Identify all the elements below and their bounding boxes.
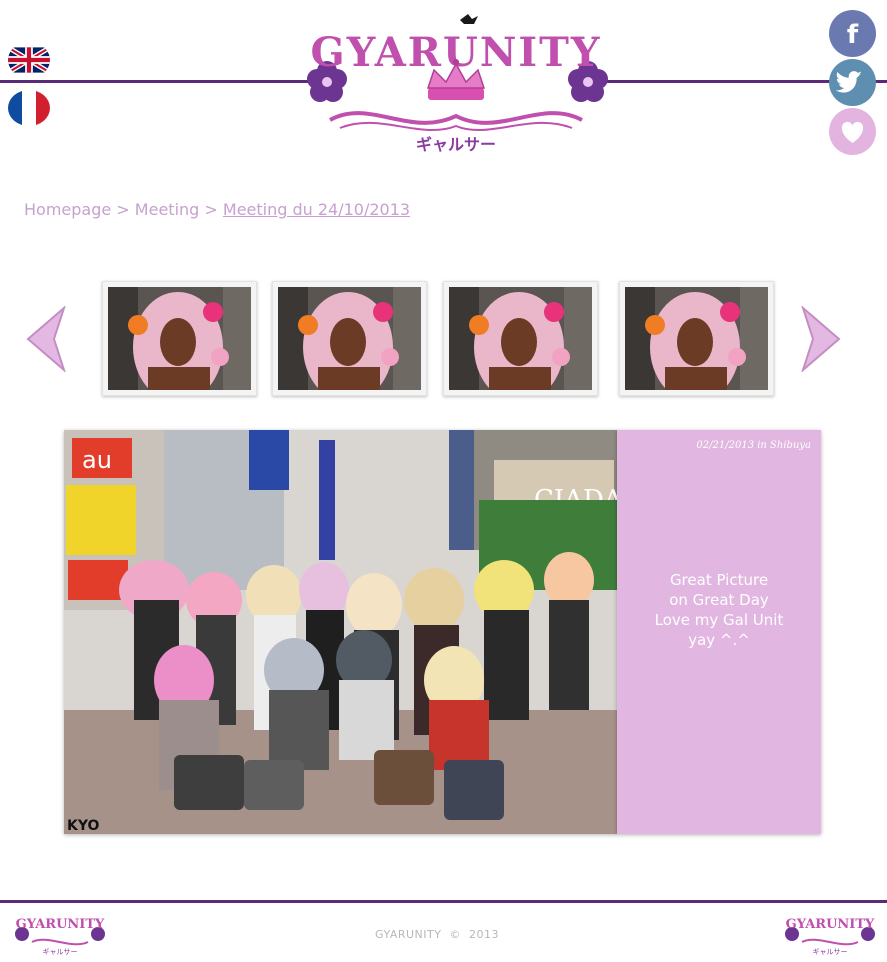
photo-watermark: KYO bbox=[67, 818, 99, 834]
chevron-right-icon bbox=[800, 304, 841, 374]
breadcrumb: Homepage > Meeting > Meeting du 24/10/20… bbox=[24, 200, 410, 219]
breadcrumb-separator: > bbox=[199, 200, 223, 219]
thumbnail-photo bbox=[449, 287, 592, 390]
twitter-icon bbox=[835, 71, 862, 93]
thumbnail-photo bbox=[625, 287, 768, 390]
site-logo[interactable]: GYARUNITY ギャルサー bbox=[300, 8, 612, 158]
breadcrumb-current-link[interactable]: Meeting du 24/10/2013 bbox=[223, 200, 410, 219]
chevron-left-icon bbox=[26, 304, 67, 374]
header-divider-left bbox=[0, 80, 308, 83]
twitter-button[interactable] bbox=[829, 59, 876, 106]
thumbnail-photo bbox=[108, 287, 251, 390]
carousel-next-button[interactable] bbox=[799, 304, 843, 374]
breadcrumb-meeting-link[interactable]: Meeting bbox=[135, 200, 200, 219]
svg-text:ギャルサー: ギャルサー bbox=[813, 948, 848, 956]
caption-line: yay ^.^ bbox=[688, 631, 750, 649]
svg-text:f: f bbox=[847, 20, 859, 50]
facebook-button[interactable]: f bbox=[829, 10, 876, 57]
thumbnail-3[interactable] bbox=[443, 281, 598, 396]
photo-caption-panel: 02/21/2013 in Shibuya Great Picture on G… bbox=[617, 430, 821, 834]
footer-logo-right[interactable]: GYARUNITY ギャルサー bbox=[782, 908, 878, 958]
breadcrumb-home-link[interactable]: Homepage bbox=[24, 200, 111, 219]
au-sign: au bbox=[82, 446, 112, 474]
svg-text:ギャルサー: ギャルサー bbox=[43, 948, 78, 956]
carousel-prev-button[interactable] bbox=[24, 304, 68, 374]
favorite-button[interactable] bbox=[829, 108, 876, 155]
caption-line: Great Picture bbox=[669, 571, 769, 589]
thumbnail-2[interactable] bbox=[272, 281, 427, 396]
thumbnail-4[interactable] bbox=[619, 281, 774, 396]
footer-logo-left[interactable]: GYARUNITY ギャルサー bbox=[12, 908, 108, 958]
svg-text:GYARUNITY: GYARUNITY bbox=[16, 917, 105, 932]
caption-line: on Great Day bbox=[669, 591, 769, 609]
uk-flag-icon[interactable] bbox=[8, 42, 50, 78]
svg-text:GYARUNITY: GYARUNITY bbox=[786, 917, 875, 932]
thumbnail-1[interactable] bbox=[102, 281, 257, 396]
logo-subtitle: ギャルサー bbox=[416, 135, 496, 154]
footer-copyright: GYARUNITY © 2013 bbox=[375, 928, 499, 941]
facebook-icon: f bbox=[847, 20, 859, 50]
france-flag-icon[interactable] bbox=[8, 90, 50, 126]
thumbnail-photo bbox=[278, 287, 421, 390]
breadcrumb-separator: > bbox=[111, 200, 135, 219]
caption-date: 02/21/2013 in Shibuya bbox=[696, 440, 811, 451]
caption-line: Love my Gal Unit bbox=[654, 611, 784, 629]
footer-divider bbox=[0, 900, 887, 903]
heart-icon bbox=[841, 121, 864, 143]
caption-text: Great Picture on Great Day Love my Gal U… bbox=[617, 570, 821, 650]
meeting-main-photo[interactable]: au CIADA bbox=[64, 430, 617, 834]
